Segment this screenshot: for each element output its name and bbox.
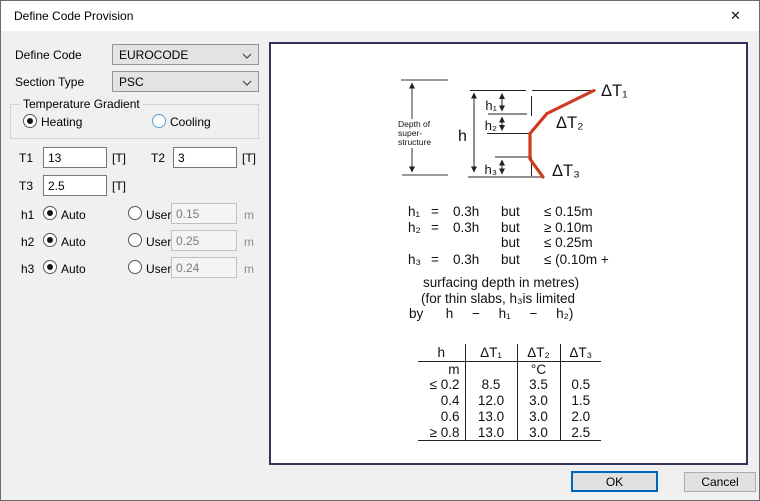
col-dt3-header: ΔT₃ bbox=[560, 344, 601, 361]
table-row: 0.6 13.0 3.0 2.0 bbox=[418, 409, 601, 425]
section-type-label: Section Type bbox=[15, 75, 84, 89]
equation-note-1: surfacing depth in metres) bbox=[423, 275, 579, 290]
chevron-down-icon bbox=[242, 80, 252, 86]
h1-auto-label[interactable]: Auto bbox=[61, 208, 86, 222]
table-row: ≤ 0.2 8.5 3.5 0.5 bbox=[418, 377, 601, 393]
table-row: ≥ 0.8 13.0 3.0 2.5 bbox=[418, 425, 601, 441]
col-dt2-header: ΔT₂ bbox=[517, 344, 560, 361]
heating-radio[interactable] bbox=[23, 114, 37, 128]
h3-label: h3 bbox=[21, 262, 34, 276]
temperature-gradient-label: Temperature Gradient bbox=[20, 97, 143, 111]
h3-auto-label[interactable]: Auto bbox=[61, 262, 86, 276]
close-icon: ✕ bbox=[730, 8, 741, 24]
cooling-label[interactable]: Cooling bbox=[170, 115, 211, 129]
equation-note-2: (for thin slabs, h₃is limited bbox=[421, 291, 575, 306]
t3-label: T3 bbox=[19, 179, 33, 193]
code-provision-diagram-panel: Depth of super- structure h h₁ h₂ h₃ bbox=[269, 42, 748, 465]
t1-input[interactable] bbox=[43, 147, 107, 168]
chevron-down-icon bbox=[242, 53, 252, 59]
table-header-row: h ΔT₁ ΔT₂ ΔT₃ bbox=[418, 344, 601, 361]
h2-unit: m bbox=[244, 235, 254, 249]
t2-input[interactable] bbox=[173, 147, 237, 168]
h1-user-label[interactable]: User bbox=[146, 208, 171, 222]
h1-label: h1 bbox=[21, 208, 34, 222]
t1-label: T1 bbox=[19, 151, 33, 165]
t1-unit: [T] bbox=[112, 151, 126, 165]
h2-user-label[interactable]: User bbox=[146, 235, 171, 249]
equation-h2b: but ≤ 0.25m bbox=[271, 235, 746, 250]
h3-user-radio[interactable] bbox=[128, 260, 142, 274]
define-code-dropdown[interactable]: EUROCODE bbox=[112, 44, 259, 65]
cancel-button[interactable]: Cancel bbox=[684, 472, 756, 492]
h2-auto-radio[interactable] bbox=[43, 233, 57, 247]
equation-h1: h₁ = 0.3h but ≤ 0.15m bbox=[271, 204, 746, 219]
equation-note-3: by h − h₁ − h₂) bbox=[409, 306, 573, 321]
delta-t2-label: ΔT₂ bbox=[556, 114, 584, 132]
h1-dimension-label: h₁ bbox=[485, 98, 497, 113]
equation-h3: h₃ = 0.3h but ≤ (0.10m + bbox=[271, 252, 746, 267]
define-code-provision-dialog: Define Code Provision ✕ Define Code EURO… bbox=[0, 0, 760, 501]
h-dimension-label: h bbox=[458, 128, 467, 145]
title-bar: Define Code Provision ✕ bbox=[1, 1, 759, 31]
h2-value-input bbox=[171, 230, 237, 251]
table-row: 0.4 12.0 3.0 1.5 bbox=[418, 393, 601, 409]
ok-button[interactable]: OK bbox=[571, 471, 658, 492]
define-code-label: Define Code bbox=[15, 48, 82, 62]
h3-unit: m bbox=[244, 262, 254, 276]
section-type-value: PSC bbox=[119, 75, 144, 89]
h1-unit: m bbox=[244, 208, 254, 222]
delta-t-table: h ΔT₁ ΔT₂ ΔT₃ m °C ≤ 0.2 8.5 3.5 0.5 0.4… bbox=[418, 344, 601, 441]
cooling-radio[interactable] bbox=[152, 114, 166, 128]
t3-input[interactable] bbox=[43, 175, 107, 196]
h1-user-radio[interactable] bbox=[128, 206, 142, 220]
t2-label: T2 bbox=[151, 151, 165, 165]
h1-value-input bbox=[171, 203, 237, 224]
col-dt1-header: ΔT₁ bbox=[465, 344, 517, 361]
h1-auto-radio[interactable] bbox=[43, 206, 57, 220]
t2-unit: [T] bbox=[242, 151, 256, 165]
col-h-header: h bbox=[418, 344, 465, 361]
heating-label[interactable]: Heating bbox=[41, 115, 82, 129]
h2-user-radio[interactable] bbox=[128, 233, 142, 247]
h3-auto-radio[interactable] bbox=[43, 260, 57, 274]
equation-h2: h₂ = 0.3h but ≥ 0.10m bbox=[271, 220, 746, 235]
table-units-row: m °C bbox=[418, 361, 601, 377]
depth-label-line3: structure bbox=[398, 137, 431, 147]
section-type-dropdown[interactable]: PSC bbox=[112, 71, 259, 92]
delta-t1-label: ΔT₁ bbox=[601, 82, 628, 100]
delta-t3-label: ΔT₃ bbox=[552, 162, 580, 180]
t3-unit: [T] bbox=[112, 179, 126, 193]
h3-value-input bbox=[171, 257, 237, 278]
close-button[interactable]: ✕ bbox=[713, 2, 758, 30]
dialog-title: Define Code Provision bbox=[14, 9, 133, 23]
h2-label: h2 bbox=[21, 235, 34, 249]
define-code-value: EUROCODE bbox=[119, 48, 188, 62]
temperature-gradient-figure: Depth of super- structure h h₁ h₂ h₃ bbox=[271, 44, 746, 194]
h2-auto-label[interactable]: Auto bbox=[61, 235, 86, 249]
h3-user-label[interactable]: User bbox=[146, 262, 171, 276]
h2-dimension-label: h₂ bbox=[485, 118, 497, 133]
h3-dimension-label: h₃ bbox=[484, 162, 497, 177]
